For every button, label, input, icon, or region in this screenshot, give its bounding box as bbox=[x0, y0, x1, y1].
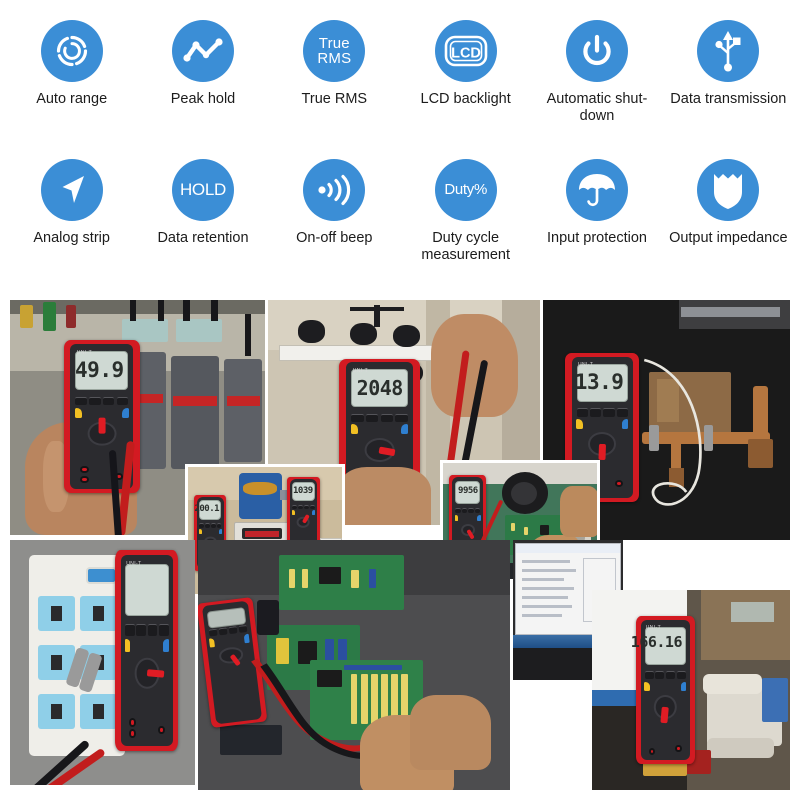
feature-label: Output impedance bbox=[669, 230, 788, 246]
feature-label: Auto range bbox=[36, 91, 108, 107]
feature-duty-cycle[interactable]: Duty% Duty cycle measurement bbox=[400, 153, 531, 292]
meter-reading: 2048 bbox=[356, 376, 404, 401]
feature-data-transmission[interactable]: Data transmission bbox=[663, 14, 794, 153]
photo-desk-phone: 166.16 UNI-T bbox=[592, 590, 790, 790]
feature-label: Input protection bbox=[547, 230, 647, 246]
meter-reading: 13.9 bbox=[574, 370, 624, 395]
feature-on-off-beep[interactable]: On-off beep bbox=[269, 153, 400, 292]
feature-label: On-off beep bbox=[296, 230, 373, 246]
true-rms-text-icon: True RMS bbox=[303, 20, 366, 82]
feature-output-impedance[interactable]: Output impedance bbox=[663, 153, 794, 292]
sound-wave-icon bbox=[303, 159, 366, 221]
photo-pcb-bench bbox=[198, 540, 510, 790]
brand-label: UNI-T bbox=[577, 362, 594, 369]
meter-reading: 1039 bbox=[292, 486, 313, 497]
meter-reading: 166.16 bbox=[630, 633, 683, 652]
feature-label: Automatic shut-down bbox=[546, 91, 648, 125]
duty-percent-text-icon: Duty% bbox=[434, 159, 497, 221]
feature-label: Duty cycle measurement bbox=[421, 230, 510, 264]
feature-label: Data retention bbox=[157, 230, 249, 246]
umbrella-icon bbox=[565, 159, 628, 221]
feature-label: Data transmission bbox=[670, 91, 787, 107]
multimeter-device: 166.16 UNI-T bbox=[631, 616, 695, 764]
badge-text: Duty% bbox=[444, 181, 487, 199]
hold-text-icon: HOLD bbox=[171, 159, 234, 221]
brand-label: UNI-T bbox=[352, 367, 369, 374]
lcd-screen-icon: LCD bbox=[434, 20, 497, 82]
feature-analog-strip[interactable]: Analog strip bbox=[6, 153, 137, 292]
shield-icon bbox=[697, 159, 760, 221]
svg-text:LCD: LCD bbox=[451, 46, 481, 62]
feature-true-rms[interactable]: True RMS True RMS bbox=[269, 14, 400, 153]
brand-label: UNI-T bbox=[76, 349, 93, 356]
photo-power-strip: UNI-T bbox=[10, 540, 195, 785]
feature-label: LCD backlight bbox=[420, 91, 511, 107]
power-button-icon bbox=[565, 20, 628, 82]
feature-automatic-shutdown[interactable]: Automatic shut-down bbox=[531, 14, 662, 153]
feature-input-protection[interactable]: Input protection bbox=[531, 153, 662, 292]
feature-grid: Auto range Peak hold True RMS True RMS L… bbox=[0, 0, 800, 292]
meter-reading: 49.9 bbox=[75, 357, 124, 382]
meter-reading: 9956 bbox=[458, 485, 478, 496]
feature-lcd-backlight[interactable]: LCD LCD backlight bbox=[400, 14, 531, 153]
brand-label: UNI-T bbox=[645, 625, 662, 632]
meter-reading: 200.1 bbox=[194, 504, 220, 515]
feature-collage-page: Auto range Peak hold True RMS True RMS L… bbox=[0, 0, 800, 800]
multimeter-device: UNI-T bbox=[115, 549, 179, 751]
badge-text: HOLD bbox=[179, 180, 226, 200]
feature-data-retention[interactable]: HOLD Data retention bbox=[137, 153, 268, 292]
feature-peak-hold[interactable]: Peak hold bbox=[137, 14, 268, 153]
zigzag-line-chart-icon bbox=[171, 20, 234, 82]
usb-icon bbox=[697, 20, 760, 82]
feature-label: Analog strip bbox=[33, 230, 110, 246]
brand-label: UNI-T bbox=[126, 560, 142, 567]
feature-label: Peak hold bbox=[170, 91, 236, 107]
feature-auto-range[interactable]: Auto range bbox=[6, 14, 137, 153]
photo-collage: 49.9 UNI-T 2048 UNI-T 13.9 UNI-T 200.1 1… bbox=[0, 292, 800, 800]
feature-label: True RMS bbox=[301, 91, 368, 107]
navigation-arrow-icon bbox=[40, 159, 103, 221]
badge-line-1: True bbox=[318, 34, 350, 52]
badge-line-2: RMS bbox=[317, 50, 352, 67]
spiral-aperture-icon bbox=[40, 20, 103, 82]
